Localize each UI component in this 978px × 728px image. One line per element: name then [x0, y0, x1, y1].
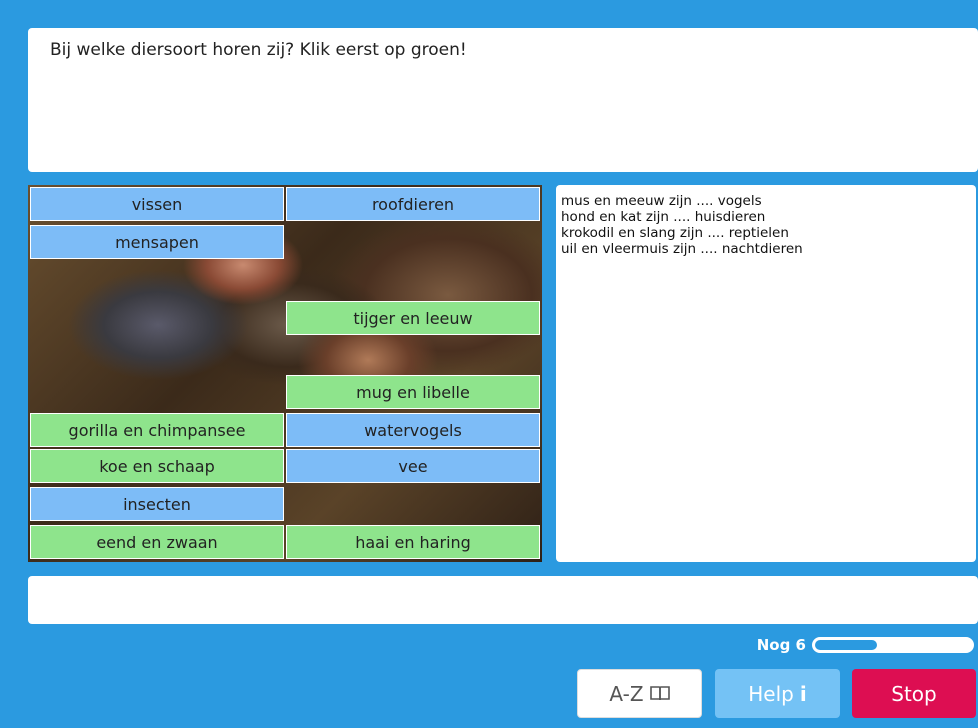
progress-label: Nog 6: [756, 636, 806, 654]
answer-line: uil en vleermuis zijn .... nachtdieren: [561, 241, 803, 257]
stop-button-label: Stop: [891, 681, 937, 706]
answer-line: krokodil en slang zijn .... reptielen: [561, 225, 789, 241]
tile-board: vissen roofdieren mensapen tijger en lee…: [28, 185, 542, 562]
feedback-panel: [28, 576, 978, 624]
tile-watervogels[interactable]: watervogels: [286, 413, 540, 447]
progress-bar-fill: [815, 640, 877, 650]
info-icon: i: [799, 681, 807, 706]
tile-mug-en-libelle[interactable]: mug en libelle: [286, 375, 540, 409]
tile-haai-en-haring[interactable]: haai en haring: [286, 525, 540, 559]
tile-tijger-en-leeuw[interactable]: tijger en leeuw: [286, 301, 540, 335]
tile-roofdieren[interactable]: roofdieren: [286, 187, 540, 221]
tile-gorilla-en-chimpansee[interactable]: gorilla en chimpansee: [30, 413, 284, 447]
tile-eend-en-zwaan[interactable]: eend en zwaan: [30, 525, 284, 559]
answer-line: hond en kat zijn .... huisdieren: [561, 209, 766, 225]
answer-panel: mus en meeuw zijn .... vogels hond en ka…: [556, 185, 976, 562]
answer-line: mus en meeuw zijn .... vogels: [561, 193, 762, 209]
help-button-label: Help: [748, 681, 794, 706]
answer-list: mus en meeuw zijn .... vogels hond en ka…: [556, 193, 803, 257]
progress-bar: [812, 637, 974, 653]
help-button[interactable]: Help i: [715, 669, 840, 718]
az-button-label: A-Z: [609, 681, 644, 706]
question-panel: Bij welke diersoort horen zij? Klik eers…: [28, 28, 978, 172]
tile-vee[interactable]: vee: [286, 449, 540, 483]
tile-koe-en-schaap[interactable]: koe en schaap: [30, 449, 284, 483]
az-button[interactable]: A-Z: [577, 669, 702, 718]
book-icon: [649, 682, 670, 706]
stop-button[interactable]: Stop: [852, 669, 976, 718]
tile-insecten[interactable]: insecten: [30, 487, 284, 521]
question-text: Bij welke diersoort horen zij? Klik eers…: [50, 40, 467, 60]
progress-indicator: Nog 6: [757, 636, 974, 654]
tile-vissen[interactable]: vissen: [30, 187, 284, 221]
tile-mensapen[interactable]: mensapen: [30, 225, 284, 259]
